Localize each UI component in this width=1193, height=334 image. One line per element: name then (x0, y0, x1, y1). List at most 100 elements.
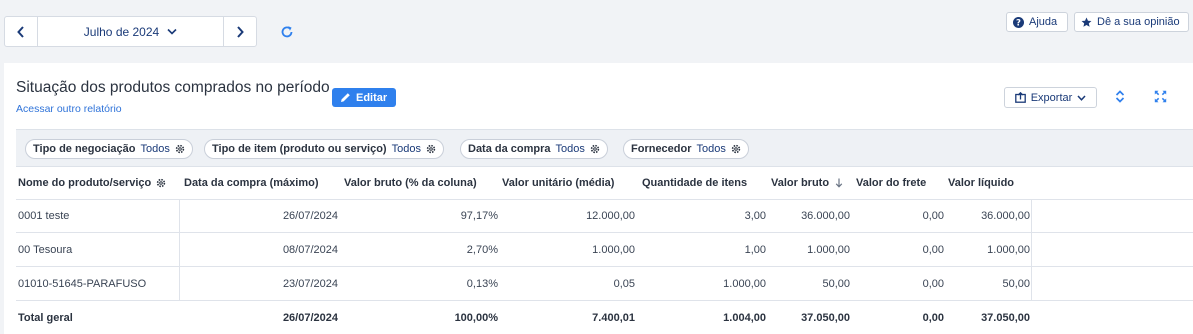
month-selector[interactable]: Julho de 2024 (38, 17, 223, 46)
gear-icon (590, 144, 600, 154)
cell-quantidade: 1,00 (744, 243, 766, 256)
refresh-icon (281, 26, 293, 38)
gear-icon (731, 144, 741, 154)
column-header-liquido[interactable]: Valor líquido (948, 167, 1014, 199)
cell-quantidade: 1.000,00 (723, 277, 766, 290)
cell-liquido: 36.000,00 (981, 210, 1030, 222)
cell-frete: 0,00 (922, 277, 944, 290)
help-label: Ajuda (1029, 16, 1058, 28)
column-header-label: Nome do produto/serviço (18, 177, 152, 189)
svg-text:?: ? (1016, 18, 1021, 27)
next-month-button[interactable] (223, 17, 256, 46)
table-row: 0001 teste 26/07/2024 97,17% 12.000,00 3… (16, 200, 1193, 233)
month-label: Julho de 2024 (83, 24, 160, 39)
cell-frete: 0,00 (922, 243, 944, 256)
gear-icon (426, 144, 436, 154)
column-header-valor-unitario[interactable]: Valor unitário (média) (502, 167, 614, 199)
report-card: Situação dos produtos comprados no perío… (4, 63, 1193, 334)
table-total-row: Total geral 26/07/2024 100,00% 7.400,01 … (16, 301, 1193, 334)
column-divider (179, 233, 180, 266)
cell-valor-unitario: 12.000,00 (586, 210, 635, 222)
table-row: 00 Tesoura 08/07/2024 2,70% 1.000,00 1,0… (16, 233, 1193, 267)
export-button[interactable]: Exportar (1004, 87, 1097, 108)
column-header-frete[interactable]: Valor do frete (856, 167, 926, 199)
gear-icon (175, 144, 185, 154)
edit-label: Editar (356, 91, 388, 104)
filter-value: Todos (140, 143, 170, 155)
column-header-data[interactable]: Data da compra (máximo) (184, 167, 318, 199)
chevron-down-icon (167, 28, 177, 35)
chevron-up-down-icon (1115, 90, 1125, 103)
export-label: Exportar (1030, 91, 1073, 104)
chevron-down-icon (1077, 94, 1086, 101)
refresh-button[interactable] (280, 25, 294, 39)
month-picker: Julho de 2024 (4, 16, 257, 47)
cell-nome: 01010-51645-PARAFUSO (18, 277, 147, 290)
export-icon (1014, 92, 1026, 103)
help-button[interactable]: ? Ajuda (1006, 12, 1068, 32)
filter-bar: Tipo de negociação Todos Tipo de item (p… (16, 129, 1193, 167)
fullscreen-icon (1154, 90, 1167, 103)
cell-liquido: 37.050,00 (981, 311, 1030, 324)
cell-valor-bruto-pct: 97,17% (460, 210, 498, 222)
column-divider (179, 267, 180, 300)
cell-data: 23/07/2024 (282, 277, 338, 290)
feedback-button[interactable]: Dê a sua opinião (1074, 12, 1189, 32)
gear-icon (157, 178, 166, 188)
filter-chip-fornecedor[interactable]: Fornecedor Todos (623, 139, 749, 159)
cell-frete: 0,00 (922, 210, 944, 222)
column-header-valor-bruto[interactable]: Valor bruto (771, 167, 843, 199)
report-title: Situação dos produtos comprados no perío… (16, 79, 330, 96)
cell-nome: 0001 teste (18, 210, 70, 222)
column-header-nome[interactable]: Nome do produto/serviço (18, 167, 166, 199)
filter-value: Todos (555, 143, 585, 155)
filter-value: Todos (391, 143, 421, 155)
filter-value: Todos (696, 143, 726, 155)
filter-name: Tipo de item (produto ou serviço) (212, 143, 387, 155)
filter-chip-tipo-item[interactable]: Tipo de item (produto ou serviço) Todos (204, 139, 444, 159)
cell-nome: 00 Tesoura (18, 243, 73, 256)
pencil-icon (341, 93, 350, 102)
cell-valor-unitario: 1.000,00 (592, 243, 635, 256)
table-header-row: Nome do produto/serviço Data da compra (… (16, 167, 1193, 200)
cell-valor-bruto: 50,00 (822, 277, 850, 290)
previous-month-button[interactable] (5, 17, 38, 46)
cell-liquido: 1.000,00 (987, 243, 1030, 256)
cell-valor-bruto: 1.000,00 (807, 243, 850, 256)
column-divider (1031, 200, 1032, 232)
help-circle-icon: ? (1013, 16, 1024, 28)
cell-data: 08/07/2024 (282, 243, 338, 256)
column-header-label: Valor bruto (771, 177, 830, 189)
cell-data: 26/07/2024 (282, 311, 338, 324)
cell-valor-unitario: 7.400,01 (592, 311, 635, 324)
cell-quantidade: 3,00 (744, 210, 766, 222)
cell-valor-bruto: 37.050,00 (801, 311, 850, 324)
chevron-right-icon (237, 25, 244, 38)
filter-chip-tipo-negociacao[interactable]: Tipo de negociação Todos (25, 139, 193, 159)
cell-valor-bruto: 36.000,00 (801, 210, 850, 222)
column-header-quantidade[interactable]: Quantidade de itens (642, 167, 747, 199)
cell-total-label: Total geral (18, 311, 73, 324)
cell-valor-unitario: 0,05 (613, 277, 635, 290)
filter-name: Tipo de negociação (33, 143, 136, 155)
star-icon (1081, 17, 1092, 27)
cell-liquido: 50,00 (1002, 277, 1030, 290)
chevron-left-icon (17, 25, 24, 38)
cell-data: 26/07/2024 (282, 210, 338, 222)
cell-quantidade: 1.004,00 (723, 311, 766, 324)
filter-name: Fornecedor (631, 143, 692, 155)
feedback-label: Dê a sua opinião (1097, 16, 1180, 28)
expand-collapse-button[interactable] (1115, 90, 1125, 103)
sort-down-arrow-icon (835, 178, 843, 188)
column-divider (1031, 233, 1032, 266)
column-divider (1031, 267, 1032, 300)
cell-valor-bruto-pct: 2,70% (466, 243, 498, 256)
edit-button[interactable]: Editar (332, 88, 397, 107)
cell-frete: 0,00 (922, 311, 944, 324)
filter-name: Data da compra (468, 143, 551, 155)
other-report-link[interactable]: Acessar outro relatório (16, 103, 122, 115)
fullscreen-button[interactable] (1154, 90, 1167, 103)
column-divider (179, 200, 180, 232)
filter-chip-data-compra[interactable]: Data da compra Todos (460, 139, 608, 159)
column-header-valor-bruto-pct[interactable]: Valor bruto (% da coluna) (344, 167, 477, 199)
